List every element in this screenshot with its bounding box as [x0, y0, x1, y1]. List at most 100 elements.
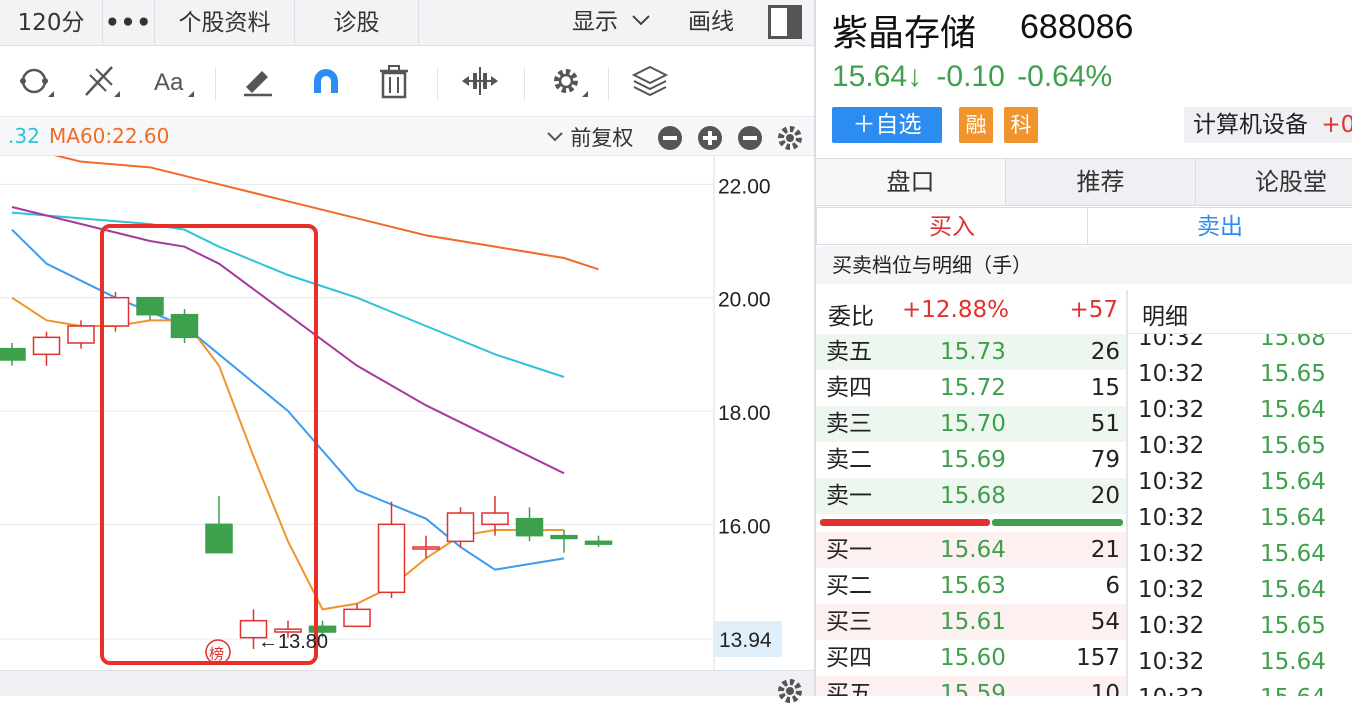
trash-icon[interactable]: [372, 61, 416, 101]
bid-level-volume: 157: [1076, 645, 1120, 671]
bid-level-row[interactable]: 买三 15.61 54: [816, 604, 1126, 640]
draw-line-button[interactable]: 画线: [688, 0, 734, 46]
ask-level-price: 15.70: [940, 411, 1006, 437]
bid-level-price: 15.63: [940, 573, 1006, 599]
ask-level-row[interactable]: 卖五 15.73 26: [816, 334, 1126, 370]
bid-level-price: 15.60: [940, 645, 1006, 671]
tick-price: 15.64: [1260, 577, 1326, 603]
ma20-line: [11, 206, 565, 475]
candle-body: [550, 534, 578, 540]
buy-button[interactable]: 买入: [816, 207, 1088, 245]
display-dropdown[interactable]: 显示: [572, 0, 651, 46]
bid-level-label: 买二: [826, 573, 872, 599]
ma30-line: [11, 211, 565, 378]
candle-body: [205, 523, 233, 554]
bid-level-volume: 10: [1090, 681, 1120, 696]
price-row: 15.64↓ -0.10 -0.64%: [832, 60, 1112, 94]
tick-row: 10:32 15.65: [1128, 428, 1352, 464]
tick-time: 10:32: [1138, 361, 1205, 387]
bid-level-label: 买三: [826, 609, 872, 635]
eraser-icon[interactable]: [236, 61, 280, 101]
candle-body: [170, 313, 199, 339]
adjust-dropdown[interactable]: 前复权: [546, 122, 633, 152]
layers-icon[interactable]: [628, 61, 672, 101]
magnet-icon[interactable]: [304, 61, 348, 101]
more-menu-button[interactable]: •••: [103, 0, 155, 46]
tick-time: 10:32: [1138, 469, 1205, 495]
tick-price: 15.64: [1260, 680, 1326, 696]
tick-list[interactable]: 10:32 15.68 10:32 15.65 10:32 15.64 10:32 15.65…: [1128, 334, 1352, 696]
y-tick-label: 20.00: [718, 289, 771, 312]
ask-level-row[interactable]: 卖三 15.70 51: [816, 406, 1126, 442]
sell-button[interactable]: 卖出: [1087, 207, 1352, 245]
candle-body: [515, 517, 544, 537]
kline-chart[interactable]: 22.00 20.00 18.00 16.00 13.94 ←13.80 榜: [0, 156, 814, 696]
tick-time: 10:32: [1138, 505, 1205, 531]
industry-tag[interactable]: 计算机设备 +0: [1184, 107, 1352, 143]
svg-text:Aa: Aa: [154, 69, 184, 96]
ratio-pct: +12.88%: [902, 297, 1009, 323]
stock-info-button[interactable]: 个股资料: [155, 0, 295, 46]
rank-badge[interactable]: 榜: [205, 639, 231, 665]
last-price: 15.64↓: [832, 60, 923, 93]
period-selector[interactable]: 120分: [0, 0, 103, 46]
candle-body: [584, 540, 613, 545]
rank-badge-text: 榜: [209, 645, 224, 663]
ask-level-row[interactable]: 卖四 15.72 15: [816, 370, 1126, 406]
bid-strength-bar: [820, 519, 990, 526]
tick-time: 10:32: [1138, 613, 1205, 639]
minus-circle-icon[interactable]: [656, 124, 684, 152]
stock-code: 688086: [1020, 8, 1134, 46]
minus-circle-icon[interactable]: [736, 124, 764, 152]
bid-level-label: 买五: [826, 681, 872, 696]
bid-level-price: 15.64: [940, 537, 1006, 563]
current-price-tag-text: 13.94: [719, 629, 772, 652]
quote-tabs: 盘口 推荐 论股堂: [816, 158, 1352, 206]
tab-recommend[interactable]: 推荐: [1006, 159, 1196, 205]
ask-level-label: 卖二: [826, 447, 872, 473]
bid-level-row[interactable]: 买五 15.59 10: [816, 676, 1126, 696]
settings-icon[interactable]: [546, 61, 590, 101]
fib-icon[interactable]: [80, 61, 124, 101]
tab-forum[interactable]: 论股堂: [1196, 159, 1352, 205]
bid-level-label: 买一: [826, 537, 872, 563]
tick-time: 10:32: [1138, 577, 1205, 603]
bid-level-row[interactable]: 买四 15.60 157: [816, 640, 1126, 676]
ask-level-volume: 26: [1090, 339, 1120, 365]
panel-toggle-icon[interactable]: [768, 5, 802, 39]
text-icon-glyph[interactable]: Aa: [152, 61, 196, 101]
tick-row: 10:32 15.64: [1128, 644, 1352, 680]
tick-row: 10:32 15.64: [1128, 536, 1352, 572]
gear-icon[interactable]: [776, 124, 804, 152]
star-market-tag[interactable]: 科: [1004, 107, 1038, 143]
candle-body: [377, 523, 406, 594]
stock-name: 紫晶存储: [832, 13, 977, 54]
ask-level-label: 卖一: [826, 483, 872, 509]
tick-row: 10:32 15.64: [1128, 464, 1352, 500]
tick-time: 10:32: [1138, 433, 1205, 459]
highlight-box: [100, 224, 318, 665]
tab-handicap[interactable]: 盘口: [816, 159, 1006, 205]
ask-level-row[interactable]: 卖一 15.68 20: [816, 478, 1126, 514]
bid-level-row[interactable]: 买二 15.63 6: [816, 568, 1126, 604]
ask-level-row[interactable]: 卖二 15.69 79: [816, 442, 1126, 478]
chevron-down-icon: [632, 15, 651, 26]
gear-icon[interactable]: [776, 677, 804, 705]
tick-price: 15.64: [1260, 541, 1326, 567]
price-change-pct: -0.64%: [1017, 60, 1113, 93]
cycle-icon[interactable]: [14, 61, 58, 101]
diagnose-button[interactable]: 诊股: [295, 0, 419, 46]
plus-circle-icon[interactable]: [696, 124, 724, 152]
candle-body: [136, 296, 164, 316]
tick-price: 15.65: [1260, 361, 1326, 387]
bid-level-row[interactable]: 买一 15.64 21: [816, 532, 1126, 568]
add-watchlist-button[interactable]: ＋自选: [832, 107, 942, 143]
ask-level-label: 卖三: [826, 411, 872, 437]
ask-level-price: 15.69: [940, 447, 1006, 473]
margin-tag[interactable]: 融: [959, 107, 993, 143]
toolbar-divider: [437, 67, 438, 101]
candle-body: [101, 296, 130, 327]
zoom-icon[interactable]: [458, 61, 502, 101]
toolbar-divider: [524, 67, 525, 101]
tick-time: 10:32: [1138, 541, 1205, 567]
